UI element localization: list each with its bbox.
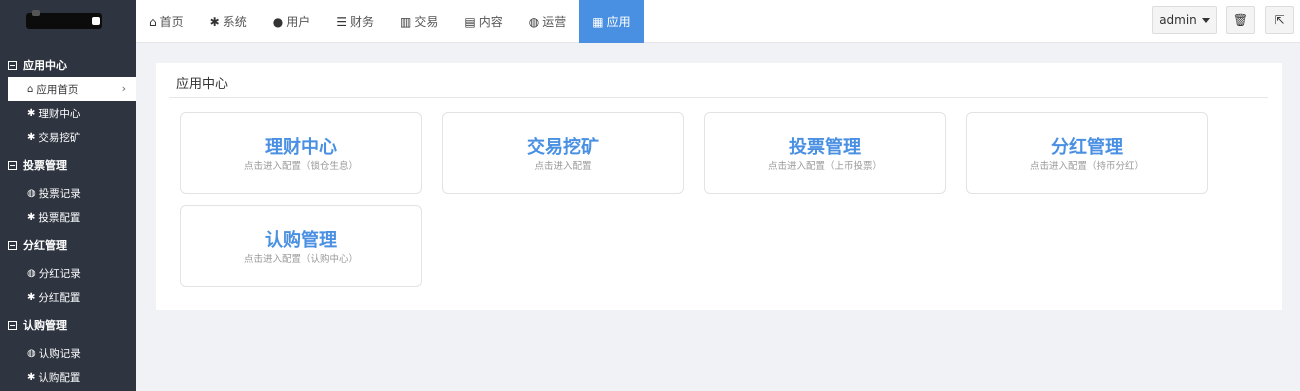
nav-label: 用户 xyxy=(286,15,311,29)
nav-item-apps[interactable]: ▦ 应用 xyxy=(579,0,644,43)
chevron-right-icon: › xyxy=(121,82,126,95)
home-icon: ⌂ xyxy=(27,83,34,95)
app-card-dividend-management[interactable]: 分红管理 点击进入配置（持币分红） xyxy=(966,112,1208,194)
gear-icon: ✱ xyxy=(27,291,36,303)
top-bar: ⌂ 首页 ✱ 系统 ● 用户 ☰ 财务 ▥ 交易 ▤ 内容 ◍ 运营 ▦ 应用 xyxy=(0,0,1300,43)
collapse-icon xyxy=(8,160,17,170)
sidebar-item-label: 理财中心 xyxy=(38,107,81,120)
nav-label: 交易 xyxy=(414,15,439,29)
sidebar-item-label: 投票记录 xyxy=(38,187,81,200)
sidebar-item-vote-config[interactable]: ✱ 投票配置 xyxy=(0,205,136,229)
sidebar-item-subscription-records[interactable]: ◍ 认购记录 xyxy=(0,341,136,365)
bar-chart-icon: ▥ xyxy=(400,14,412,29)
sidebar: 应用中心 ⌂ 应用首页 › ✱ 理财中心 ✱ 交易挖矿 投票管理 ◍ 投票记录 … xyxy=(0,43,136,391)
app-card-trade-mining[interactable]: 交易挖矿 点击进入配置 xyxy=(442,112,684,194)
sidebar-item-vote-records[interactable]: ◍ 投票记录 xyxy=(0,181,136,205)
sidebar-item-subscription-config[interactable]: ✱ 认购配置 xyxy=(0,365,136,389)
caret-down-icon xyxy=(1201,17,1210,23)
app-center-panel: 应用中心 理财中心 点击进入配置（锁仓生息） 交易挖矿 点击进入配置 投票管理 … xyxy=(156,63,1282,310)
home-icon: ⌂ xyxy=(149,14,157,29)
nav-label: 系统 xyxy=(222,15,247,29)
sidebar-item-label: 分红记录 xyxy=(38,267,81,280)
logo-mark xyxy=(26,10,102,29)
gear-icon: ✱ xyxy=(27,107,36,119)
sidebar-item-label: 认购记录 xyxy=(38,347,81,360)
sidebar-item-label: 分红配置 xyxy=(38,291,81,304)
card-title: 投票管理 xyxy=(789,137,861,158)
document-icon: ▤ xyxy=(464,14,476,29)
sidebar-item-label: 投票配置 xyxy=(38,211,81,224)
trash-icon: 🗑 xyxy=(1232,13,1249,27)
nav-label: 应用 xyxy=(606,15,631,29)
card-subtitle: 点击进入配置 xyxy=(534,161,592,172)
globe-icon: ◍ xyxy=(27,267,36,279)
gear-icon: ✱ xyxy=(27,211,36,223)
app-card-subscription-management[interactable]: 认购管理 点击进入配置（认购中心） xyxy=(180,205,422,287)
gear-icon: ✱ xyxy=(209,14,220,29)
nav-label: 运营 xyxy=(542,15,567,29)
nav-item-home[interactable]: ⌂ 首页 xyxy=(136,0,197,43)
page-title: 应用中心 xyxy=(176,77,229,92)
app-card-vote-management[interactable]: 投票管理 点击进入配置（上币投票） xyxy=(704,112,946,194)
card-subtitle: 点击进入配置（认购中心） xyxy=(243,254,358,265)
sidebar-item-dividend-records[interactable]: ◍ 分红记录 xyxy=(0,261,136,285)
sidebar-item-label: 交易挖矿 xyxy=(38,131,81,144)
card-title: 交易挖矿 xyxy=(527,137,599,158)
grid-icon: ▦ xyxy=(592,14,604,29)
collapse-icon xyxy=(8,60,17,70)
gear-icon: ✱ xyxy=(27,371,36,383)
sidebar-group-label: 应用中心 xyxy=(23,59,67,72)
card-subtitle: 点击进入配置（锁仓生息） xyxy=(243,161,358,172)
nav-label: 首页 xyxy=(159,15,184,29)
collapse-icon xyxy=(8,240,17,250)
card-subtitle: 点击进入配置（持币分红） xyxy=(1029,161,1144,172)
sidebar-group-label: 认购管理 xyxy=(23,319,67,332)
exit-icon: ⇱ xyxy=(1274,13,1285,27)
globe-icon: ◍ xyxy=(528,14,540,29)
sidebar-group-app-center[interactable]: 应用中心 xyxy=(0,53,136,77)
nav-item-operations[interactable]: ◍ 运营 xyxy=(516,0,580,43)
nav-item-finance[interactable]: ☰ 财务 xyxy=(323,0,387,43)
sidebar-item-dividend-config[interactable]: ✱ 分红配置 xyxy=(0,285,136,309)
card-subtitle: 点击进入配置（上币投票） xyxy=(767,161,882,172)
sidebar-item-app-home[interactable]: ⌂ 应用首页 › xyxy=(8,77,136,101)
logout-button[interactable]: ⇱ xyxy=(1265,6,1294,34)
divider xyxy=(169,97,1268,98)
app-card-wealth-center[interactable]: 理财中心 点击进入配置（锁仓生息） xyxy=(180,112,422,194)
clear-cache-button[interactable]: 🗑 xyxy=(1226,6,1255,34)
card-title: 理财中心 xyxy=(265,137,337,158)
user-icon: ● xyxy=(272,14,284,29)
list-icon: ☰ xyxy=(336,14,347,29)
sidebar-item-label: 应用首页 xyxy=(36,83,79,96)
nav-item-trade[interactable]: ▥ 交易 xyxy=(387,0,451,43)
sidebar-group-subscription[interactable]: 认购管理 xyxy=(0,313,136,337)
nav-label: 内容 xyxy=(478,15,503,29)
globe-icon: ◍ xyxy=(27,187,36,199)
sidebar-group-label: 分红管理 xyxy=(23,239,67,252)
top-nav: ⌂ 首页 ✱ 系统 ● 用户 ☰ 财务 ▥ 交易 ▤ 内容 ◍ 运营 ▦ 应用 xyxy=(136,0,644,43)
sidebar-item-wealth-center[interactable]: ✱ 理财中心 xyxy=(0,101,136,125)
collapse-icon xyxy=(8,320,17,330)
user-menu-label: admin xyxy=(1159,13,1197,27)
globe-icon: ◍ xyxy=(27,347,36,359)
sidebar-group-dividend[interactable]: 分红管理 xyxy=(0,233,136,257)
gear-icon: ✱ xyxy=(27,131,36,143)
logo[interactable] xyxy=(0,0,136,43)
sidebar-group-vote[interactable]: 投票管理 xyxy=(0,153,136,177)
nav-label: 财务 xyxy=(349,15,374,29)
sidebar-group-label: 投票管理 xyxy=(23,159,67,172)
sidebar-item-trade-mining[interactable]: ✱ 交易挖矿 xyxy=(0,125,136,149)
nav-item-users[interactable]: ● 用户 xyxy=(260,0,324,43)
sidebar-item-label: 认购配置 xyxy=(38,371,81,384)
user-menu-button[interactable]: admin xyxy=(1152,6,1217,34)
card-title: 认购管理 xyxy=(265,230,337,251)
nav-item-system[interactable]: ✱ 系统 xyxy=(197,0,260,43)
card-title: 分红管理 xyxy=(1051,137,1123,158)
nav-item-content[interactable]: ▤ 内容 xyxy=(451,0,515,43)
